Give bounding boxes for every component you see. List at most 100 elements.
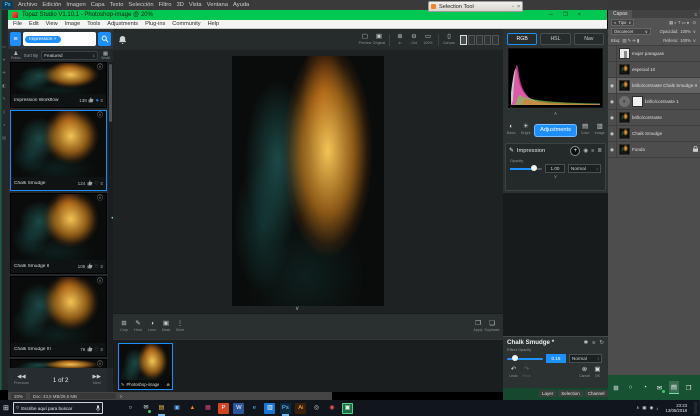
mini-circle-a-icon[interactable]: ○	[626, 381, 636, 394]
filter-type-select[interactable]: ⌕ Tipo ∨	[611, 19, 634, 26]
scrollbar-thumb[interactable]	[109, 64, 112, 122]
ps-menu-vista[interactable]: Vista	[189, 2, 202, 8]
preset-card[interactable]: ⓘ	[10, 359, 107, 368]
view-split-a[interactable]	[468, 35, 475, 45]
duplicate-button[interactable]: ❏Duplicate	[485, 321, 499, 333]
taskbar-clock[interactable]: 23:2313/05/2018	[665, 403, 687, 413]
adjustments-button[interactable]: Adjustments	[534, 124, 577, 137]
visibility-eye-icon[interactable]: ◉	[608, 110, 617, 125]
ps-menu-archivo[interactable]: Archivo	[18, 2, 37, 8]
mini-start-icon[interactable]: ⊞	[611, 381, 621, 394]
preset-menu-icon[interactable]: ≡	[100, 181, 103, 186]
taskbar-search[interactable]: ○	[13, 402, 103, 414]
topaz-menu-help[interactable]: Help	[208, 21, 220, 27]
crop-button[interactable]: ⊞Crop	[117, 321, 131, 333]
effect-settings-icon[interactable]: ✱	[584, 340, 589, 346]
zoom-in-button[interactable]: ⊕In	[393, 34, 407, 46]
impression-blend-select[interactable]: Normal↕	[568, 164, 601, 173]
layer-name[interactable]: Fondo	[632, 147, 691, 152]
taskbar-app-photos[interactable]: ▣	[171, 403, 182, 414]
image-button[interactable]: ▥Image	[593, 124, 606, 136]
next-page-button[interactable]: ▶▶ Next	[93, 374, 101, 386]
visibility-eye-icon[interactable]: ◉	[608, 78, 617, 93]
topaz-menu-tools[interactable]: Tools	[87, 21, 100, 27]
layer-name[interactable]: brillo/contraste	[632, 115, 698, 120]
public-toggle[interactable]: ♟Public	[11, 52, 21, 60]
tab-channel[interactable]: Channel	[585, 390, 608, 397]
ok-button[interactable]: ▣OK	[591, 367, 604, 379]
layer-name[interactable]: Chalk Smudge	[632, 131, 698, 136]
topaz-menu-plug-ins[interactable]: Plug-ins	[145, 21, 165, 27]
topaz-menu-image[interactable]: Image	[65, 21, 81, 27]
preset-card[interactable]: ⓘChalk Smudge124♡≡	[10, 110, 107, 191]
effect-blend-select[interactable]: Normal↕	[569, 354, 602, 363]
layer-row[interactable]: ◉ Fondo	[608, 142, 700, 158]
preset-menu-icon[interactable]: ≡	[100, 264, 103, 269]
options-icon[interactable]: ▫	[512, 4, 514, 10]
taskbar-app-edge[interactable]: e	[249, 403, 260, 414]
taskbar-app-mail[interactable]: ✉	[140, 403, 151, 414]
zoom-100-button[interactable]: ▭100%	[421, 34, 435, 46]
cancel-button[interactable]: ⊗Cancel	[578, 367, 591, 379]
preset-search-input[interactable]: Impression ×	[23, 32, 96, 46]
taskbar-app-vlc[interactable]: ▲	[187, 403, 198, 414]
ps-menu-imagen[interactable]: Imagen	[66, 2, 85, 8]
visibility-eye-icon[interactable]: ◉	[608, 126, 617, 141]
trash-icon[interactable]: ≣	[597, 148, 602, 154]
mini-folder-icon[interactable]: ▤	[669, 381, 679, 394]
reset-icon[interactable]: ↻	[599, 340, 604, 346]
status-expand-icon[interactable]: >	[120, 394, 123, 399]
visibility-eye-icon[interactable]: ◉	[608, 94, 617, 109]
taskbar-search-input[interactable]	[21, 406, 94, 411]
more-button[interactable]: ⋮More	[173, 321, 187, 333]
effect-opacity-slider[interactable]	[507, 358, 543, 360]
preset-menu-icon[interactable]: ≡	[100, 347, 103, 352]
apply-button[interactable]: ❐Apply	[471, 321, 485, 333]
collapse-down-icon[interactable]: ∨	[295, 305, 299, 312]
ps-menu-texto[interactable]: Texto	[110, 2, 124, 8]
taskbar-app-explorer[interactable]: ▤	[156, 403, 167, 414]
info-icon[interactable]: ⓘ	[97, 279, 103, 285]
layer-row[interactable]: ◉brillo/contraste Chalk Smudge II	[608, 78, 700, 94]
tray-icon-1[interactable]: ▣	[642, 405, 646, 411]
topaz-menu-adjustments[interactable]: Adjustments	[107, 21, 138, 27]
view-mode-switcher[interactable]	[460, 35, 499, 45]
mini-window-icon[interactable]: ❐	[684, 381, 694, 394]
bright-button[interactable]: ☀Bright	[520, 124, 533, 136]
lens-button[interactable]: ◑Lens	[145, 321, 159, 333]
ps-menu-3d[interactable]: 3D	[176, 2, 183, 8]
preset-card[interactable]: ⓘChalk Smudge III76♡≡	[10, 276, 107, 357]
minimize-icon[interactable]: ─	[549, 12, 553, 18]
slider-thumb[interactable]	[531, 165, 537, 171]
edited-image[interactable]	[232, 56, 384, 306]
topaz-menu-community[interactable]: Community	[172, 21, 200, 27]
thumbs-up-icon[interactable]	[88, 97, 94, 104]
view-split-b[interactable]	[476, 35, 483, 45]
view-split-d[interactable]	[492, 35, 499, 45]
slider-thumb[interactable]	[512, 355, 518, 361]
layer-name[interactable]: especial 10	[632, 67, 698, 72]
taskbar-app-word[interactable]: W	[233, 403, 244, 414]
undo-button[interactable]: ↶Undo	[507, 367, 520, 379]
image-canvas[interactable]: ∨	[113, 50, 503, 313]
preset-card[interactable]: ⓘChalk Smudge II105♡≡	[10, 193, 107, 274]
add-adjustment-button[interactable]: +	[570, 146, 580, 156]
topaz-menu-file[interactable]: File	[13, 21, 22, 27]
search-tag[interactable]: Impression ×	[25, 36, 61, 43]
topaz-menu-view[interactable]: View	[46, 21, 58, 27]
visibility-eye-icon[interactable]: ◉	[608, 142, 617, 157]
preset-card[interactable]: ⓘImpression Workflow138♥≡	[10, 62, 107, 108]
notification-center-button[interactable]	[694, 402, 697, 414]
thumbs-up-icon[interactable]	[87, 263, 93, 270]
collapse-down-icon[interactable]: ∨	[506, 174, 605, 180]
info-icon[interactable]: ⓘ	[97, 113, 103, 119]
visibility-eye-icon[interactable]	[608, 62, 617, 77]
tab-rgb[interactable]: RGB	[507, 33, 537, 45]
info-icon[interactable]: ⓘ	[97, 196, 103, 202]
tab-nav[interactable]: Nav	[574, 33, 604, 45]
remove-icon[interactable]: ⊗	[166, 382, 170, 387]
view-split-c[interactable]	[484, 35, 491, 45]
ps-menu-edición[interactable]: Edición	[42, 2, 61, 8]
collapse-up-icon[interactable]: ∧	[503, 111, 608, 117]
tab-selection[interactable]: Selection	[558, 390, 583, 397]
